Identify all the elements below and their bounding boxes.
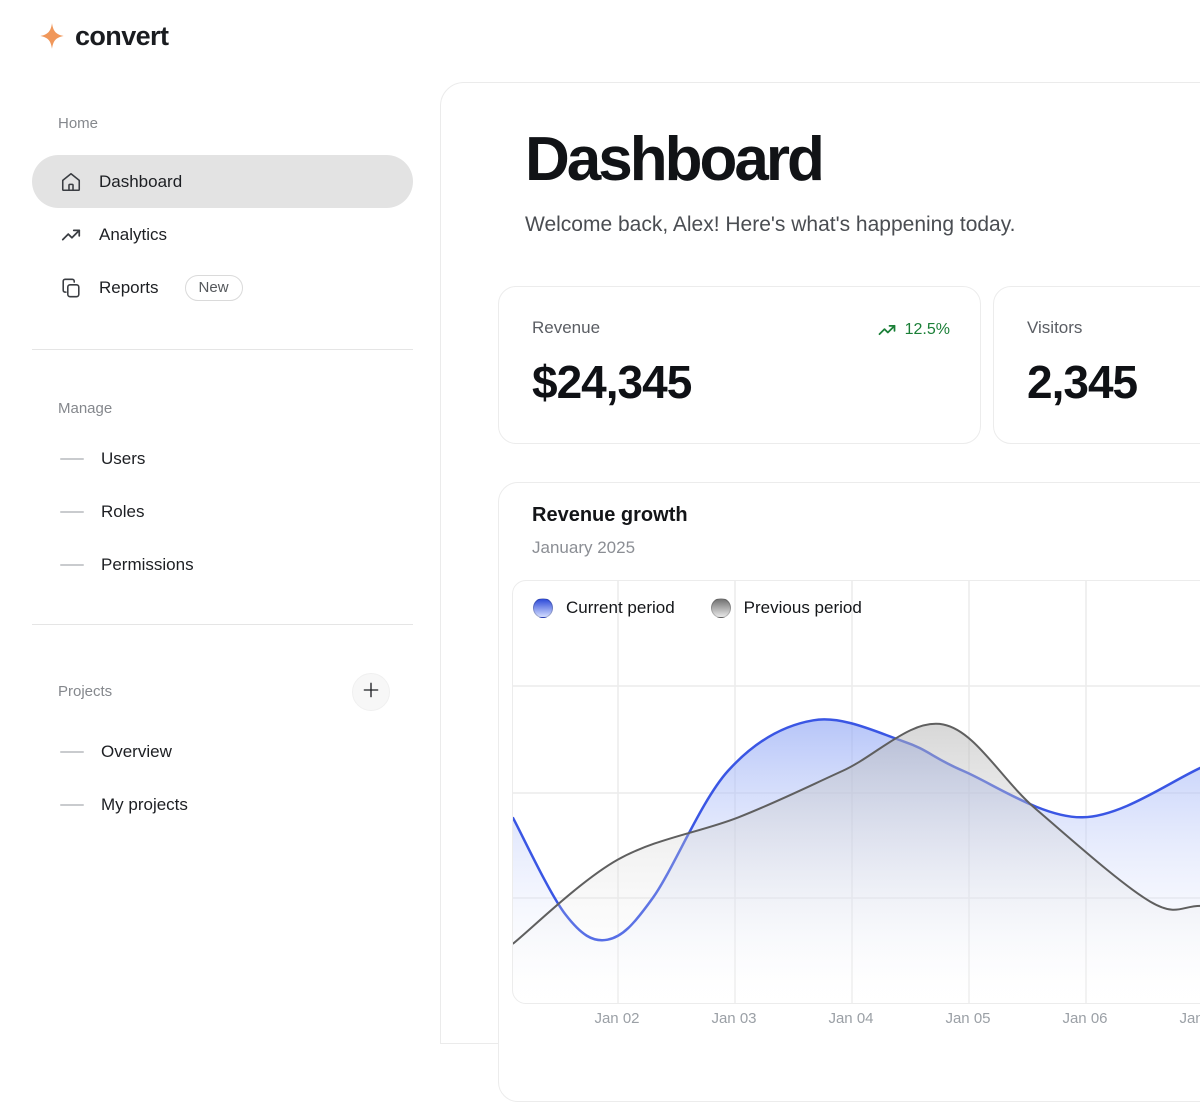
pages-icon	[60, 277, 82, 299]
trend-value: 12.5%	[905, 321, 950, 339]
legend-dot	[711, 598, 731, 618]
sidebar-item-analytics[interactable]: Analytics	[32, 208, 413, 261]
sidebar-item-users[interactable]: Users	[32, 432, 413, 485]
chart-legend: Current period Previous period	[533, 598, 862, 618]
sidebar-section-header: Projects	[32, 673, 413, 709]
dash-icon	[60, 564, 84, 566]
sidebar-item-label: My projects	[101, 795, 188, 815]
page-subtitle: Welcome back, Alex! Here's what's happen…	[525, 213, 1016, 237]
legend-dot	[533, 598, 553, 618]
series-area-1	[513, 724, 1200, 1003]
stat-value: $24,345	[532, 355, 950, 409]
add-project-button[interactable]	[352, 673, 390, 711]
home-icon	[60, 171, 82, 193]
legend-name: Current period	[566, 598, 675, 618]
sidebar: Home Dashboard Analytics Reports New Manage Us…	[32, 110, 413, 831]
x-axis-label: Jan 02	[572, 1010, 662, 1027]
revenue-growth-card: Revenue growth January 2025 Current peri…	[498, 482, 1200, 1102]
section-label: Home	[32, 110, 413, 136]
legend-name: Previous period	[744, 598, 862, 618]
section-label: Manage	[32, 395, 413, 421]
sidebar-item-label: Dashboard	[99, 172, 182, 192]
x-axis-label: Jan 04	[806, 1010, 896, 1027]
trending-up-icon	[60, 224, 82, 246]
sidebar-item-label: Reports	[99, 278, 159, 298]
chart-x-axis: Jan 02 Jan 03 Jan 04 Jan 05 Jan 06 Jan 07	[512, 1010, 1200, 1040]
revenue-chart-svg	[513, 581, 1200, 1003]
sidebar-section-projects: Projects Overview My projects	[32, 673, 413, 831]
stat-card-visitors: Visitors 2,345	[993, 286, 1200, 444]
new-badge: New	[185, 275, 243, 301]
trend-up-icon	[877, 320, 897, 340]
sidebar-divider	[32, 624, 413, 625]
stat-card-revenue: Revenue$24,34512.5%	[498, 286, 981, 444]
chart-subtitle: January 2025	[532, 538, 635, 558]
sidebar-item-label: Overview	[101, 742, 172, 762]
stat-trend: 12.5%	[877, 320, 950, 340]
chart-plot-area: Current period Previous period	[512, 580, 1200, 1004]
sidebar-section-home: Home Dashboard Analytics Reports New	[32, 110, 413, 314]
sidebar-item-my-projects[interactable]: My projects	[32, 778, 413, 831]
legend-item-previous-period[interactable]: Previous period	[711, 598, 862, 618]
legend-item-current-period[interactable]: Current period	[533, 598, 675, 618]
sidebar-divider	[32, 349, 413, 350]
sidebar-item-label: Analytics	[99, 225, 167, 245]
sidebar-item-label: Roles	[101, 502, 144, 522]
dash-icon	[60, 458, 84, 460]
x-axis-label: Jan 03	[689, 1010, 779, 1027]
page-title: Dashboard	[525, 129, 822, 191]
x-axis-label: Jan 06	[1040, 1010, 1130, 1027]
sidebar-item-label: Users	[101, 449, 145, 469]
sidebar-item-overview[interactable]: Overview	[32, 725, 413, 778]
section-label: Projects	[32, 673, 112, 709]
dash-icon	[60, 511, 84, 513]
dash-icon	[60, 751, 84, 753]
x-axis-label: Jan 07	[1157, 1010, 1200, 1027]
chart-title: Revenue growth	[532, 504, 688, 527]
sidebar-section-manage: Manage Users Roles Permissions	[32, 395, 413, 591]
sparkle-icon	[38, 20, 66, 52]
brand-name: convert	[75, 21, 168, 52]
sidebar-item-roles[interactable]: Roles	[32, 485, 413, 538]
main-panel: Dashboard Welcome back, Alex! Here's wha…	[440, 82, 1200, 1044]
sidebar-item-label: Permissions	[101, 555, 194, 575]
sidebar-item-reports[interactable]: Reports New	[32, 261, 413, 314]
sidebar-item-permissions[interactable]: Permissions	[32, 538, 413, 591]
plus-icon	[361, 680, 381, 705]
stat-value: 2,345	[1027, 355, 1200, 409]
dash-icon	[60, 804, 84, 806]
app-logo[interactable]: convert	[38, 20, 168, 52]
sidebar-item-dashboard[interactable]: Dashboard	[32, 155, 413, 208]
x-axis-label: Jan 05	[923, 1010, 1013, 1027]
stat-cards-row: Revenue$24,34512.5%Visitors2,345	[498, 286, 1200, 444]
stat-label: Visitors	[1027, 318, 1200, 338]
